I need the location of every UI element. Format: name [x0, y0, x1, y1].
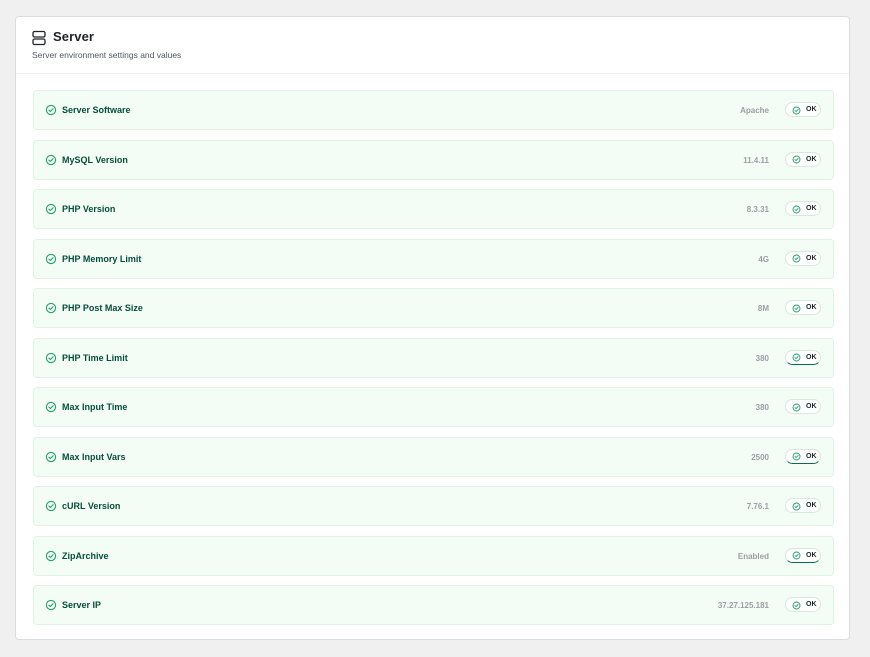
- check-value: 8.3.31: [746, 205, 769, 214]
- status-badge: OK: [785, 498, 821, 513]
- check-row-mysql-version: MySQL Version 11.4.11 OK: [33, 139, 834, 180]
- panel-subtitle: Server environment settings and values: [32, 50, 182, 60]
- status-badge: OK: [785, 399, 821, 414]
- check-circle-icon: [792, 106, 801, 114]
- check-label: PHP Version: [62, 204, 116, 214]
- check-value: 11.4.11: [743, 155, 769, 165]
- status-label: OK: [806, 353, 817, 361]
- check-label: PHP Memory Limit: [62, 253, 142, 264]
- check-label: PHP Time Limit: [62, 352, 128, 363]
- status-badge: OK: [785, 547, 821, 563]
- check-list: Server Software Apache OK MySQL Version …: [33, 90, 834, 635]
- check-value: 8M: [757, 304, 769, 313]
- status-badge: OK: [785, 300, 821, 315]
- check-circle-icon: [792, 502, 801, 510]
- check-row-curl-version: cURL Version 7.76.1 OK: [33, 486, 834, 526]
- check-label: cURL Version: [62, 501, 121, 511]
- check-value: 380: [755, 403, 769, 412]
- status-badge: OK: [785, 448, 821, 464]
- status-badge: OK: [785, 349, 821, 365]
- check-circle-icon: [45, 104, 57, 116]
- check-label: PHP Post Max Size: [62, 303, 143, 313]
- check-circle-icon: [792, 551, 801, 560]
- check-circle-icon: [45, 500, 57, 512]
- check-value: 380: [755, 353, 769, 363]
- check-circle-icon: [45, 352, 57, 363]
- check-circle-icon: [45, 550, 57, 561]
- status-label: OK: [806, 452, 817, 460]
- check-circle-icon: [45, 253, 57, 264]
- status-badge: OK: [785, 201, 821, 216]
- status-label: OK: [806, 155, 817, 163]
- check-circle-icon: [45, 451, 57, 462]
- check-value: Apache: [740, 106, 769, 115]
- panel-header: Server Server environment settings and v…: [16, 17, 849, 74]
- check-circle-icon: [792, 254, 801, 263]
- server-panel: Server Server environment settings and v…: [15, 16, 850, 640]
- server-icon: [32, 30, 46, 46]
- check-row-server-software: Server Software Apache OK: [33, 90, 834, 130]
- status-label: OK: [806, 601, 817, 608]
- check-circle-icon: [792, 353, 801, 362]
- check-label: Server Software: [62, 105, 131, 115]
- check-value: 7.76.1: [746, 502, 769, 511]
- check-label: MySQL Version: [62, 154, 128, 165]
- check-circle-icon: [45, 203, 57, 215]
- check-circle-icon: [45, 302, 57, 314]
- check-circle-icon: [45, 401, 57, 413]
- check-circle-icon: [792, 452, 801, 461]
- check-row-max-input-vars: Max Input Vars 2500 OK: [33, 436, 834, 477]
- status-label: OK: [806, 254, 817, 262]
- status-label: OK: [806, 304, 817, 311]
- status-label: OK: [806, 106, 817, 113]
- check-row-php-version: PHP Version 8.3.31 OK: [33, 189, 834, 229]
- check-row-max-input-time: Max Input Time 380 OK: [33, 387, 834, 427]
- check-value: 2500: [751, 452, 769, 462]
- check-value: 37.27.125.181: [717, 601, 769, 610]
- check-row-php-time-limit: PHP Time Limit 380 OK: [33, 337, 834, 378]
- status-label: OK: [806, 502, 817, 509]
- check-circle-icon: [792, 205, 801, 213]
- check-value: 4G: [758, 254, 769, 264]
- status-badge: OK: [785, 102, 821, 117]
- check-circle-icon: [792, 304, 801, 312]
- check-label: Server IP: [62, 600, 102, 610]
- status-label: OK: [806, 205, 817, 212]
- panel-title: Server: [53, 29, 95, 44]
- check-circle-icon: [45, 599, 57, 611]
- check-row-server-ip: Server IP 37.27.125.181 OK: [33, 585, 834, 625]
- check-label: ZipArchive: [62, 550, 109, 561]
- check-value: Enabled: [737, 551, 769, 561]
- check-circle-icon: [792, 403, 801, 411]
- status-label: OK: [806, 403, 817, 410]
- status-badge: OK: [785, 250, 821, 266]
- status-badge: OK: [785, 151, 821, 167]
- check-row-php-post-max-size: PHP Post Max Size 8M OK: [33, 288, 834, 328]
- check-row-php-memory-limit: PHP Memory Limit 4G OK: [33, 238, 834, 279]
- status-badge: OK: [785, 597, 821, 612]
- check-circle-icon: [792, 155, 801, 164]
- check-row-ziparchive: ZipArchive Enabled OK: [33, 535, 834, 576]
- check-label: Max Input Time: [62, 402, 128, 412]
- status-label: OK: [806, 551, 817, 559]
- check-circle-icon: [792, 601, 801, 609]
- check-label: Max Input Vars: [62, 451, 126, 462]
- check-circle-icon: [45, 154, 57, 165]
